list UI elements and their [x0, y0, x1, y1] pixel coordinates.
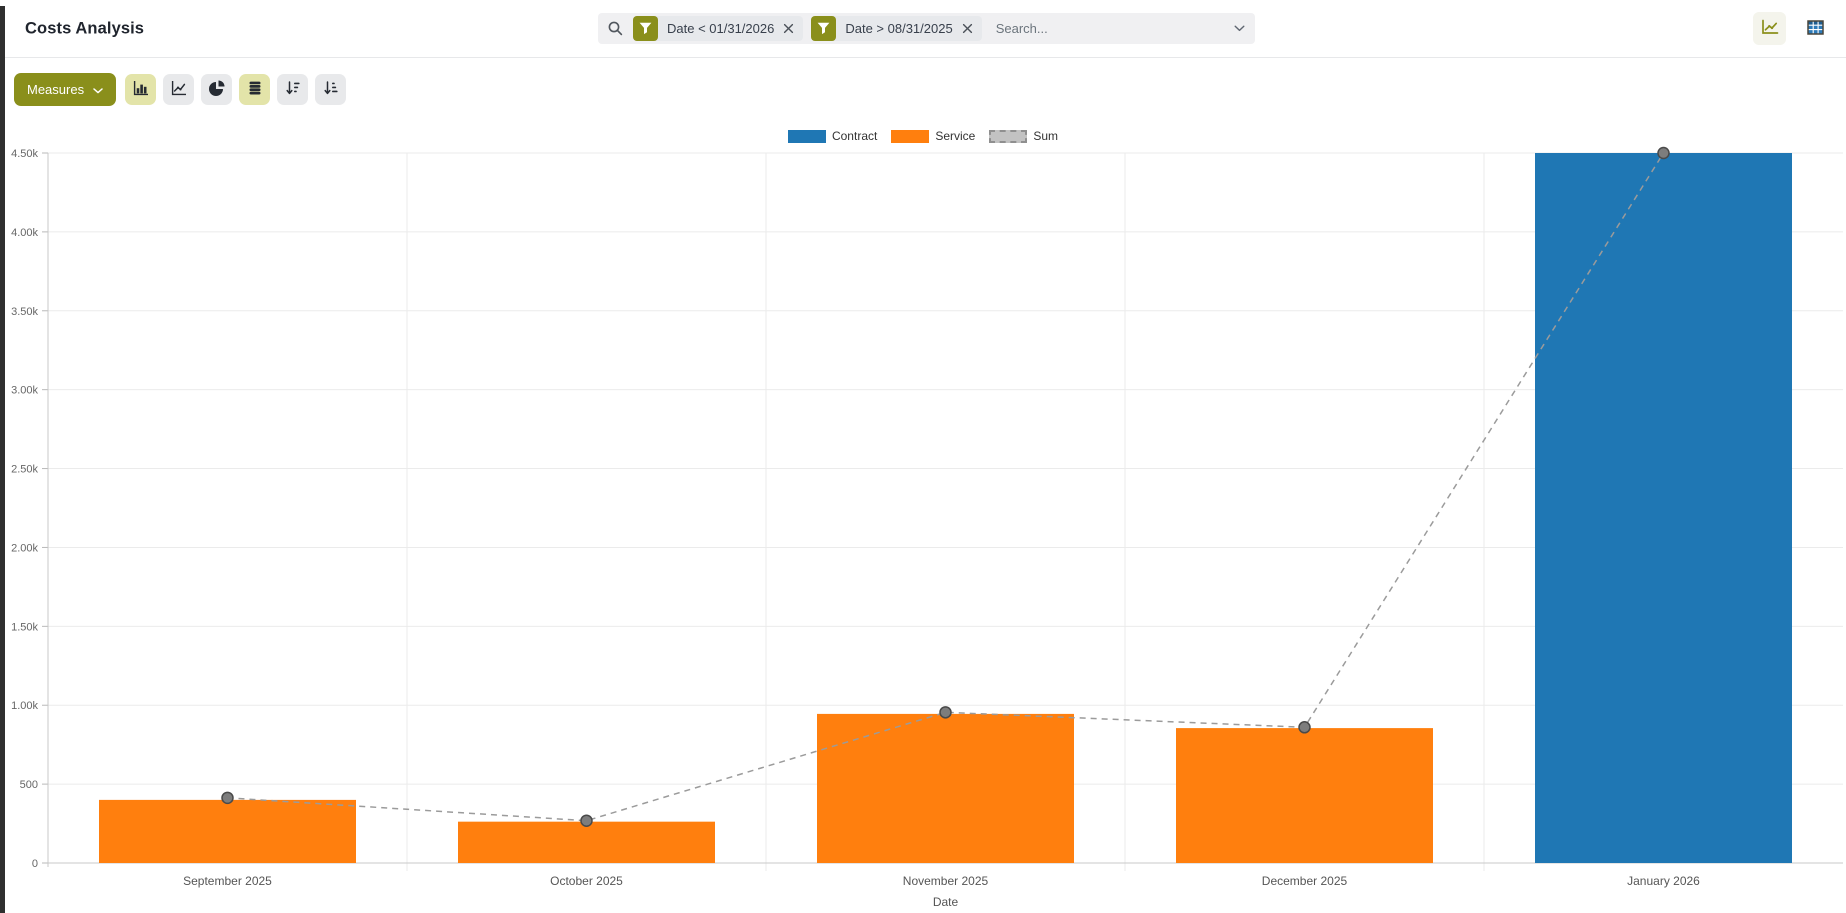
y-tick-label: 0 [32, 858, 38, 870]
sort-desc-icon [285, 80, 301, 99]
pivot-view-icon [1807, 20, 1824, 38]
sort-asc-icon [323, 80, 339, 99]
bar-chart-button[interactable] [125, 74, 156, 105]
y-tick-label: 4.00k [11, 227, 38, 239]
graph-view-button[interactable] [1753, 12, 1786, 45]
pivot-view-button[interactable] [1799, 12, 1832, 45]
legend-item-service[interactable]: Service [891, 129, 975, 143]
bar-chart-icon [133, 80, 149, 99]
contract-swatch [788, 130, 826, 143]
y-tick-label: 2.00k [11, 542, 38, 554]
x-tick-label: December 2025 [1262, 874, 1348, 888]
sum-marker-4[interactable] [1658, 148, 1669, 159]
view-switcher [1753, 12, 1832, 45]
filter-facet-label: Date < 01/31/2026 [658, 21, 783, 36]
chevron-down-icon [93, 82, 103, 97]
sum-marker-2[interactable] [940, 707, 951, 718]
bar-contract-4[interactable] [1535, 153, 1792, 863]
legend-item-contract[interactable]: Contract [788, 129, 877, 143]
pie-chart-icon [209, 80, 225, 99]
line-chart-button[interactable] [163, 74, 194, 105]
y-tick-label: 1.50k [11, 621, 38, 633]
graph-view-icon [1761, 19, 1779, 38]
legend-label: Contract [832, 129, 877, 143]
legend-label: Service [935, 129, 975, 143]
bar-service-0[interactable] [99, 800, 356, 863]
page-title: Costs Analysis [25, 19, 144, 38]
bar-service-1[interactable] [458, 822, 715, 863]
sum-marker-0[interactable] [222, 792, 233, 803]
sum-swatch [989, 130, 1027, 143]
y-tick-label: 4.50k [11, 148, 38, 160]
chart-toolbar: Measures [0, 58, 1846, 121]
bar-service-2[interactable] [817, 714, 1074, 863]
filter-funnel-icon [811, 16, 836, 41]
y-tick-label: 2.50k [11, 464, 38, 476]
measures-button[interactable]: Measures [14, 73, 116, 106]
filter-funnel-icon [633, 16, 658, 41]
search-icon [608, 21, 623, 36]
x-tick-label: January 2026 [1627, 874, 1700, 888]
filter-facet-label: Date > 08/31/2025 [836, 21, 961, 36]
stacked-icon [247, 80, 263, 99]
bar-service-3[interactable] [1176, 728, 1433, 863]
search-options-toggle[interactable] [1234, 25, 1245, 32]
x-axis-title: Date [933, 895, 959, 909]
measures-button-label: Measures [27, 82, 84, 97]
sum-marker-1[interactable] [581, 815, 592, 826]
search-input[interactable] [994, 20, 1228, 37]
control-panel: Costs Analysis Date < 01/31/2026 Date > … [0, 0, 1846, 58]
x-tick-label: October 2025 [550, 874, 623, 888]
y-tick-label: 1.00k [11, 700, 38, 712]
remove-filter-button[interactable] [962, 23, 982, 34]
sidebar-edge [0, 6, 5, 913]
app-root: Costs Analysis Date < 01/31/2026 Date > … [0, 0, 1846, 913]
sum-marker-3[interactable] [1299, 722, 1310, 733]
pie-chart-button[interactable] [201, 74, 232, 105]
x-tick-label: November 2025 [903, 874, 989, 888]
service-swatch [891, 130, 929, 143]
sort-asc-button[interactable] [315, 74, 346, 105]
chart-area: Contract Service Sum 0 500 1.00k 1.50k 2.00k… [0, 121, 1846, 913]
y-tick-label: 3.00k [11, 385, 38, 397]
x-tick-label: September 2025 [183, 874, 272, 888]
y-tick-label: 500 [20, 779, 38, 791]
filter-facet: Date > 08/31/2025 [811, 16, 981, 41]
sort-desc-button[interactable] [277, 74, 308, 105]
legend-label: Sum [1033, 129, 1058, 143]
filter-facet: Date < 01/31/2026 [633, 16, 803, 41]
line-chart-icon [171, 80, 187, 99]
stacked-button[interactable] [239, 74, 270, 105]
costs-chart: 0 500 1.00k 1.50k 2.00k 2.50k 3.00k 3.50k 4.00k 4… [0, 121, 1846, 913]
chart-legend: Contract Service Sum [0, 129, 1846, 143]
remove-filter-button[interactable] [783, 23, 803, 34]
y-tick-label: 3.50k [11, 306, 38, 318]
search-bar[interactable]: Date < 01/31/2026 Date > 08/31/2025 [598, 13, 1255, 44]
legend-item-sum[interactable]: Sum [989, 129, 1058, 143]
